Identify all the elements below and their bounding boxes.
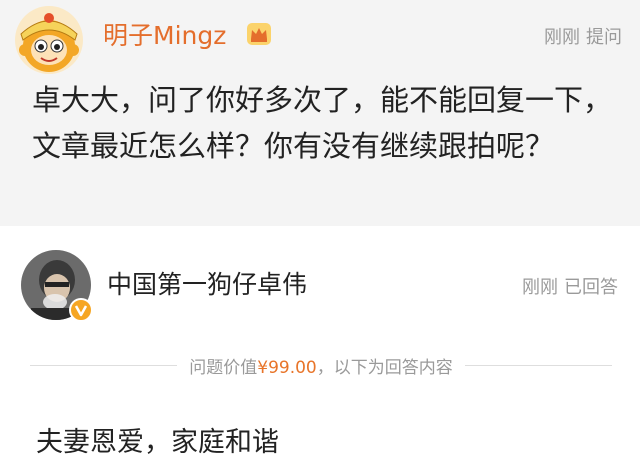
asker-avatar[interactable] — [15, 6, 83, 74]
asker-name[interactable]: 明子Mingz — [103, 20, 226, 52]
divider-line-left — [30, 364, 178, 366]
crown-icon — [246, 22, 272, 46]
divider-suffix: ，以下为回答内容 — [316, 357, 453, 378]
question-price: ¥99.00 — [257, 357, 317, 378]
verified-v-icon — [69, 298, 93, 322]
answerer-name[interactable]: 中国第一狗仔卓伟 — [107, 268, 307, 302]
cartoon-monkey-avatar-icon — [15, 6, 83, 74]
answer-time: 刚刚 — [522, 277, 558, 298]
question-value-label: 问题价值¥99.00，以下为回答内容 — [177, 353, 464, 378]
answer-status: 已回答 — [564, 277, 618, 298]
question-action: 提问 — [586, 27, 622, 48]
question-time: 刚刚 — [544, 27, 580, 48]
divider-prefix: 问题价值 — [189, 357, 258, 378]
question-text: 卓大大，问了你好多次了，能不能回复一下，文章最近怎么样？你有没有继续跟拍呢？ — [32, 83, 613, 163]
question-meta: 刚刚 提问 — [544, 26, 622, 50]
divider-line-right — [464, 364, 613, 366]
question-card: 明子Mingz 刚刚 提问 卓大大，问了你好多次了，能不能回复一下，文章最近怎么样… — [0, 0, 640, 226]
answer-divider: 问题价值¥99.00，以下为回答内容 — [30, 352, 613, 378]
answer-text: 夫妻恩爱，家庭和谐 — [36, 427, 279, 458]
answer-meta: 刚刚 已回答 — [522, 276, 618, 300]
answerer-avatar[interactable] — [21, 250, 95, 324]
